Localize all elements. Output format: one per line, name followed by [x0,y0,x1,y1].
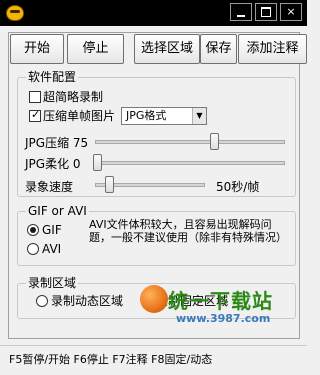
gif-avi-title: GIF or AVI [26,204,89,218]
app-face-icon[interactable] [6,5,24,21]
record-dynamic-radio[interactable] [36,295,48,307]
jpg-compress-slider[interactable] [210,133,219,150]
minimize-icon [237,15,245,17]
status-bar: F5暂停/开始 F6停止 F7注释 F8固定/动态 [0,345,307,375]
chevron-down-icon: ▼ [192,108,206,124]
maximize-button[interactable] [255,3,277,21]
gif-label: GIF [42,223,62,237]
record-dynamic-label: 录制动态区域 [51,294,124,308]
ultra-simple-label: 超简略录制 [43,90,104,104]
stop-button[interactable]: 停止 [67,34,124,64]
format-select[interactable]: JPG格式 ▼ [121,107,207,125]
select-area-button[interactable]: 选择区域 [134,34,200,64]
jpg-soften-label: JPG柔化 0 [25,157,81,171]
site-watermark: 统一下载站 www.3987.com [140,285,300,325]
record-speed-label: 录象速度 [25,180,74,194]
add-note-button[interactable]: 添加注释 [238,34,307,64]
start-button[interactable]: 开始 [10,34,64,64]
jpg-compress-label: JPG压缩 75 [25,136,89,150]
status-bar-text: F5暂停/开始 F6停止 F7注释 F8固定/动态 [9,353,213,366]
record-speed-value: 50秒/帧 [216,180,260,194]
avi-radio[interactable] [27,243,39,255]
gif-radio[interactable] [27,224,39,236]
jpg-compress-track[interactable] [95,140,285,144]
compress-frame-checkbox[interactable] [29,108,41,122]
record-region-title: 录制区域 [26,276,79,290]
software-config-title: 软件配置 [26,70,79,84]
format-select-value: JPG格式 [126,109,167,122]
watermark-text: 统一下载站 [168,289,273,313]
avi-label: AVI [42,242,62,256]
watermark-logo-icon [140,285,168,313]
save-button[interactable]: 保存 [200,34,237,64]
watermark-url: www.3987.com [176,312,271,325]
minimize-button[interactable] [230,3,252,21]
jpg-soften-track[interactable] [95,161,285,165]
close-button[interactable]: × [280,3,302,21]
maximize-icon [261,7,271,17]
jpg-soften-slider[interactable] [93,154,102,171]
ultra-simple-checkbox[interactable] [29,91,41,103]
record-speed-slider[interactable] [105,176,114,193]
compress-frame-label: 压缩单帧图片 [43,109,116,123]
title-bar: × [0,0,307,26]
avi-warning-note: AVI文件体积较大，且容易出现解码问题，一般不建议使用（除非有特殊情况） [89,218,287,244]
